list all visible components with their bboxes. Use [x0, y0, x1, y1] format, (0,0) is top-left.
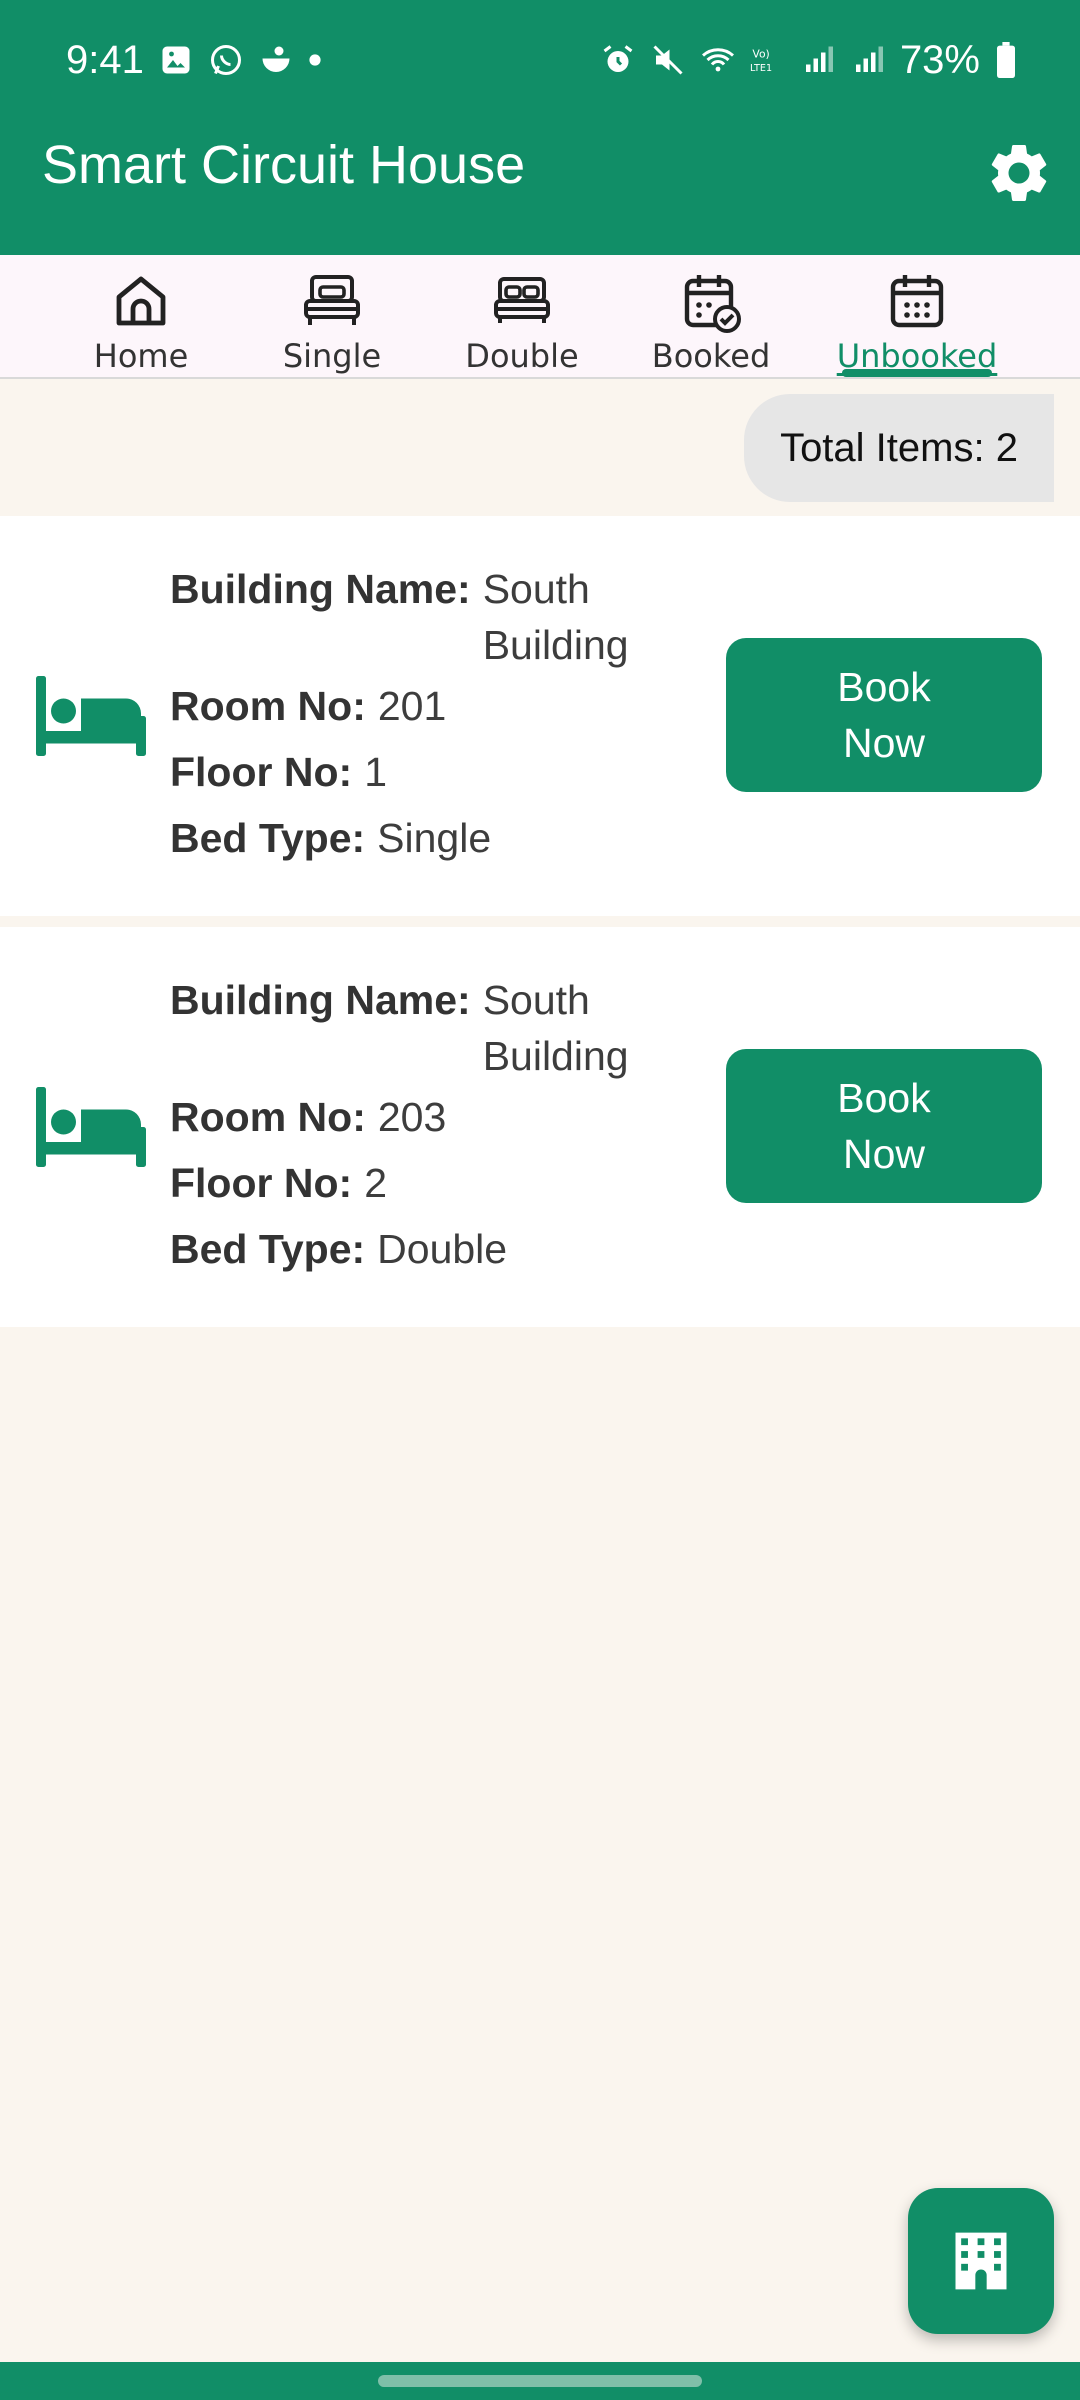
- floor-label: Floor No:: [170, 1160, 353, 1206]
- dot-icon: [309, 54, 321, 66]
- alarm-icon: [603, 45, 633, 72]
- room-card: Building Name: South Building Room No: 203…: [0, 927, 1080, 1327]
- bed-icon: [36, 676, 146, 756]
- room-info: Building Name: South Building Room No: 201…: [170, 556, 663, 871]
- calendar-check-icon: [684, 275, 741, 333]
- home-gesture-handle[interactable]: [378, 2375, 702, 2387]
- app-bar: 9:41 Vo) LTE1 73% Smart Circuit House: [0, 0, 1080, 255]
- tab-double[interactable]: Double: [437, 255, 607, 379]
- tab-booked[interactable]: Booked: [626, 255, 796, 379]
- volte-icon: Vo) LTE1: [750, 48, 772, 74]
- book-now-button[interactable]: Book Now: [726, 1049, 1042, 1203]
- book-now-button[interactable]: Book Now: [726, 638, 1042, 792]
- tab-label: Booked: [651, 337, 771, 375]
- battery-percent: 73%: [899, 37, 980, 82]
- battery-icon: [997, 42, 1015, 78]
- tab-label: Double: [465, 337, 579, 375]
- building-value: South Building: [482, 566, 629, 668]
- signal-icon: [855, 46, 883, 72]
- svg-text:LTE1: LTE1: [750, 63, 772, 74]
- tab-home[interactable]: Home: [56, 255, 226, 379]
- bed-type-label: Bed Type:: [170, 1226, 366, 1272]
- double-bed-icon: [494, 277, 550, 323]
- building-icon: [955, 2232, 1007, 2290]
- building-value: South Building: [482, 977, 629, 1079]
- room-card: Building Name: South Building Room No: 201…: [0, 516, 1080, 916]
- room-label: Room No:: [170, 1094, 366, 1140]
- bed-type-value: Single: [377, 815, 492, 861]
- room-value: 203: [377, 1094, 447, 1140]
- tab-label: Single: [282, 337, 382, 375]
- gear-icon[interactable]: [984, 138, 1054, 208]
- floor-value: 2: [364, 1160, 387, 1206]
- mute-icon: [653, 45, 683, 75]
- building-label: Building Name:: [170, 566, 471, 612]
- room-label: Room No:: [170, 683, 366, 729]
- calendar-icon: [890, 275, 944, 328]
- bed-type-value: Double: [377, 1226, 508, 1272]
- gallery-icon: [162, 46, 190, 74]
- active-tab-indicator: [842, 369, 992, 377]
- whatsapp-icon: [210, 45, 241, 75]
- tab-unbooked[interactable]: Unbooked: [832, 255, 1002, 379]
- total-items-badge: Total Items: 2: [744, 394, 1054, 502]
- page-title: Smart Circuit House: [42, 135, 526, 195]
- floor-label: Floor No:: [170, 749, 353, 795]
- status-bar: 9:41 Vo) LTE1 73%: [0, 0, 1080, 120]
- building-fab-button[interactable]: [908, 2188, 1054, 2334]
- app-icon: [262, 46, 290, 72]
- home-icon: [116, 276, 166, 326]
- svg-text:Vo): Vo): [752, 48, 769, 61]
- room-info: Building Name: South Building Room No: 203…: [170, 967, 663, 1282]
- single-bed-icon: [304, 275, 360, 325]
- tab-single[interactable]: Single: [247, 255, 417, 379]
- room-value: 201: [377, 683, 447, 729]
- bed-icon: [36, 1087, 146, 1167]
- tab-bar: Home Single Double Booked Unbooked: [0, 255, 1080, 379]
- wifi-icon: [701, 48, 734, 72]
- status-time: 9:41: [66, 37, 144, 82]
- building-label: Building Name:: [170, 977, 471, 1023]
- floor-value: 1: [364, 749, 387, 795]
- tab-label: Home: [93, 337, 189, 375]
- signal-icon: [805, 46, 833, 72]
- bed-type-label: Bed Type:: [170, 815, 366, 861]
- system-nav-bar: [0, 2362, 1080, 2400]
